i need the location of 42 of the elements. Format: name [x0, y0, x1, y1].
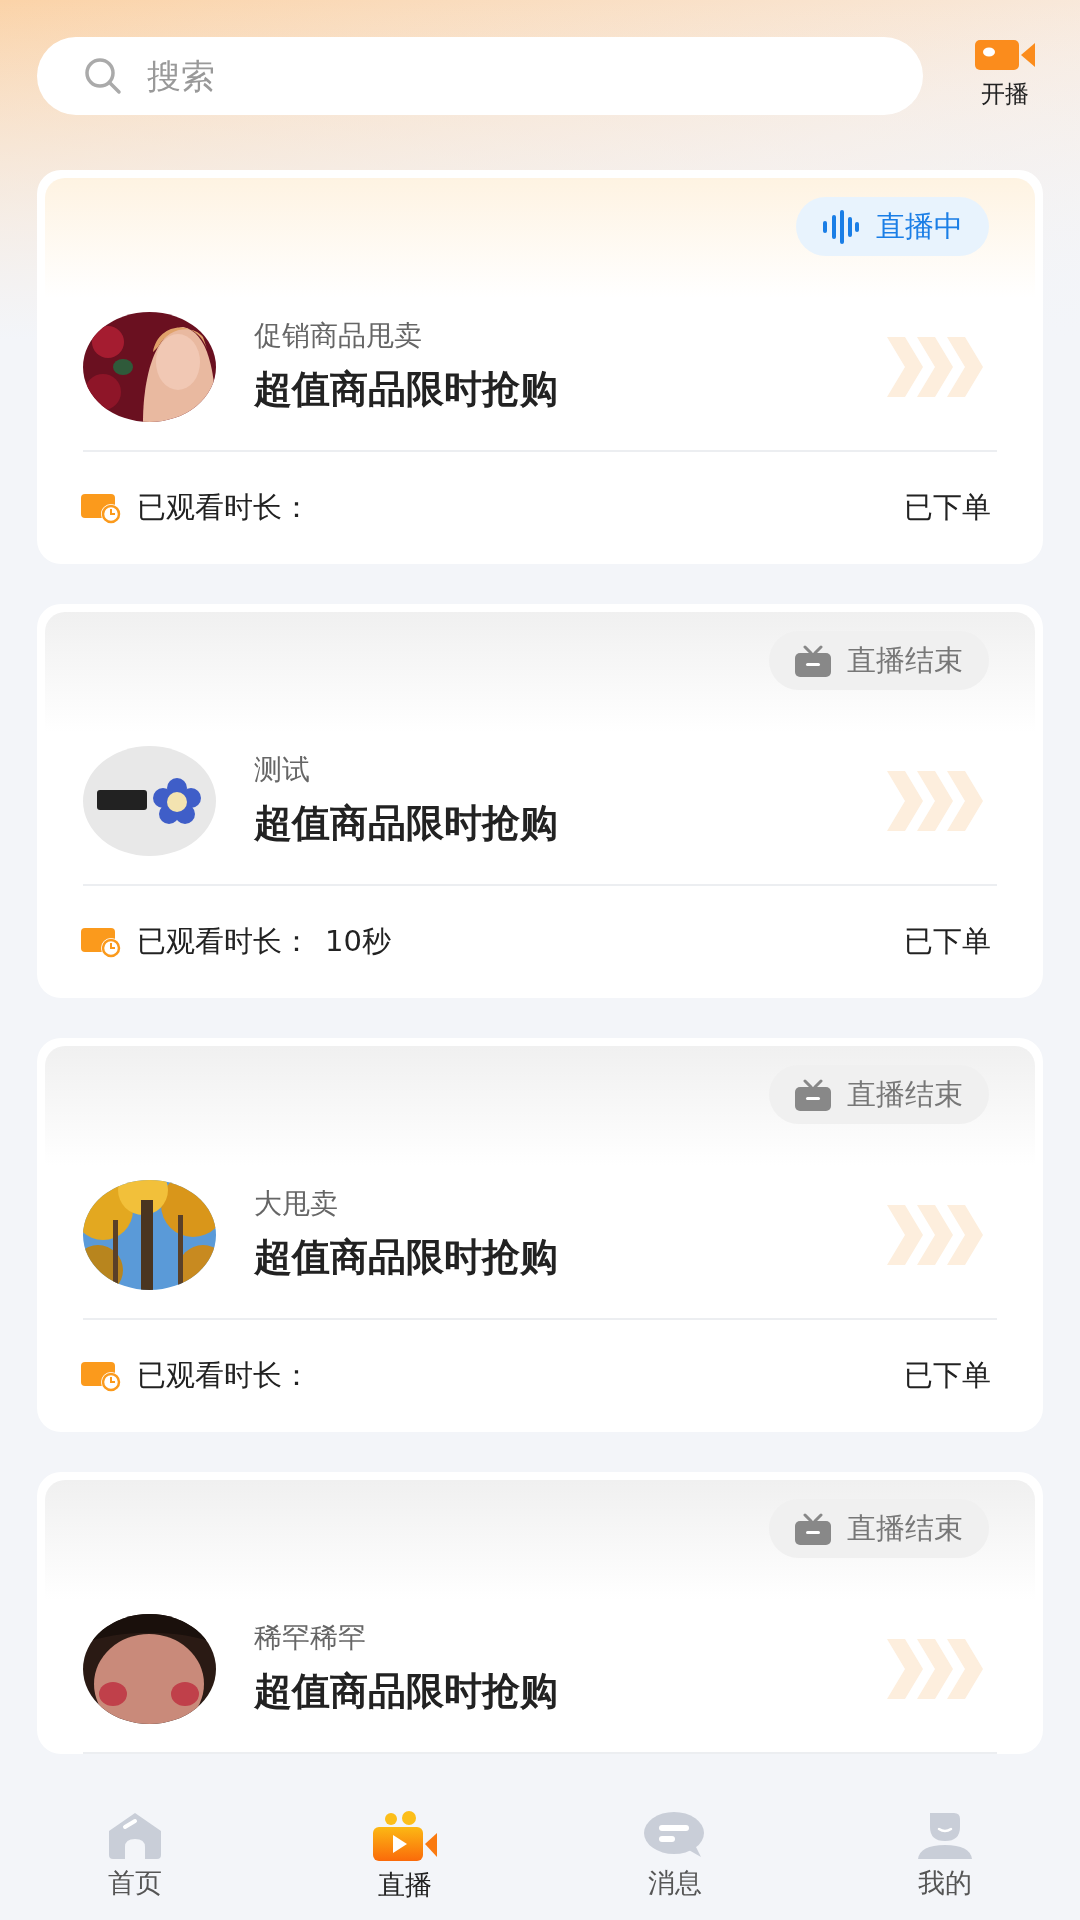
live-subtitle: 测试 [254, 752, 311, 789]
tab-item[interactable]: 我的 [810, 1797, 1080, 1920]
tv-icon [795, 1078, 831, 1111]
tab-item[interactable]: 消息 [540, 1797, 810, 1920]
chevrons-icon [887, 337, 983, 397]
order-status: 已下单 [904, 1357, 991, 1395]
live-title: 超值商品限时抢购 [254, 799, 559, 847]
tv-icon [795, 644, 831, 677]
chevrons-icon [887, 1639, 983, 1699]
sound-wave-icon [822, 209, 860, 244]
search-field[interactable]: 搜索 [145, 49, 893, 103]
wallet-clock-icon [81, 1360, 123, 1392]
tab-item[interactable]: 首页 [0, 1797, 270, 1920]
live-subtitle: 大甩卖 [254, 1186, 339, 1223]
live-title: 超值商品限时抢购 [254, 365, 559, 413]
live-card[interactable]: 直播结束 大甩卖 超值商品限时抢购 已观看时长： 已下单 [37, 1038, 1043, 1432]
watch-time-value: 10秒 [325, 923, 391, 961]
live-subtitle: 促销商品甩卖 [254, 318, 423, 355]
wallet-clock-icon [81, 492, 123, 524]
search-bar[interactable]: 搜索 [37, 37, 923, 115]
live-card[interactable]: 直播结束 测试 超值商品限时抢购 已观看时长： 10秒 已下单 [37, 604, 1043, 998]
live-card[interactable]: 直播结束 稀罕稀罕 超值商品限时抢购 [37, 1472, 1043, 1754]
person-icon [916, 1811, 974, 1861]
wallet-clock-icon [81, 926, 123, 958]
watch-time-label: 已观看时长： [137, 489, 311, 527]
live-card[interactable]: 直播中 促销商品甩卖 超值商品限时抢购 已观看时长： 已下单 [37, 170, 1043, 564]
live-subtitle: 稀罕稀罕 [254, 1620, 367, 1657]
watch-time-label: 已观看时长： [137, 1357, 311, 1395]
tv-icon [795, 1512, 831, 1545]
chevrons-icon [887, 1205, 983, 1265]
live-title: 超值商品限时抢购 [254, 1667, 559, 1715]
video-camera-icon [371, 1811, 439, 1863]
watch-time-label: 已观看时长： [137, 923, 311, 961]
order-status: 已下单 [904, 923, 991, 961]
tab-item[interactable]: 直播 [270, 1797, 540, 1920]
live-title: 超值商品限时抢购 [254, 1233, 559, 1281]
search-icon [83, 56, 123, 96]
go-live-button[interactable]: 开播 [975, 40, 1035, 112]
chevrons-icon [887, 771, 983, 831]
video-camera-icon [975, 40, 1035, 70]
order-status: 已下单 [904, 489, 991, 527]
status-badge: 直播中 [796, 197, 989, 256]
